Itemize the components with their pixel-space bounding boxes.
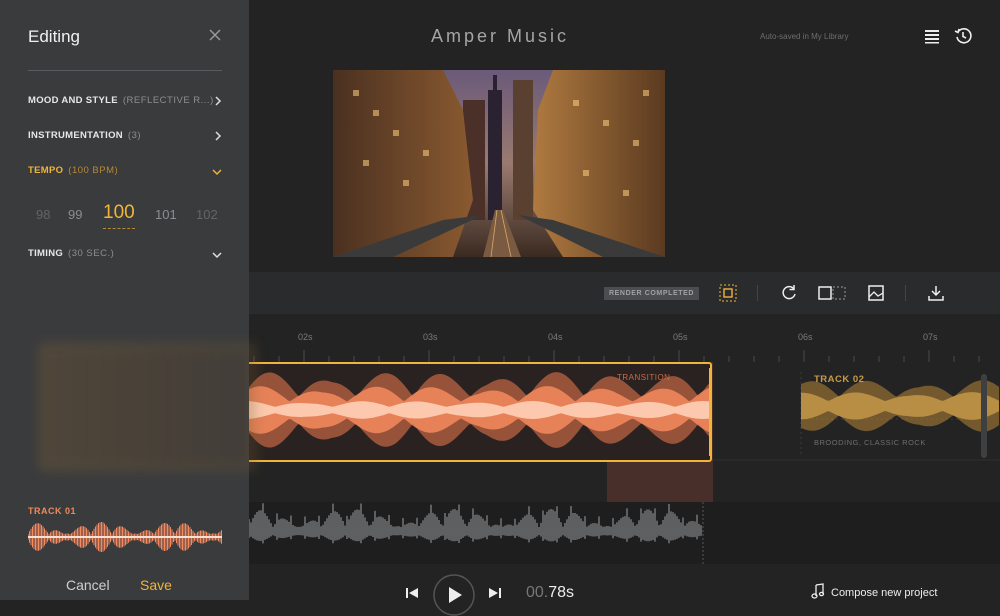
menu-item-timing[interactable]: TIMING (30 SEC.): [28, 248, 222, 266]
divider: [28, 70, 222, 71]
tempo-option[interactable]: 98: [36, 207, 50, 222]
list-icon[interactable]: [923, 27, 941, 45]
track-01-mini-waveform: [28, 522, 222, 552]
time-value: 78s: [548, 584, 575, 601]
time-readout: 00.78s: [526, 584, 574, 602]
menu-item-value: (REFLECTIVE R...): [122, 95, 214, 106]
blurred-track-preview: [40, 345, 254, 469]
track-label: TRACK 01: [28, 506, 77, 516]
menu-item-value: (100 BPM): [68, 165, 119, 176]
ruler-ticks: [253, 350, 980, 362]
toolbar-separator: [757, 285, 758, 301]
video-preview[interactable]: [333, 70, 665, 257]
tick-label: 05s: [673, 332, 688, 342]
status-badge: RENDER COMPLETED: [604, 287, 700, 300]
vertical-scroll-handle[interactable]: [981, 374, 987, 458]
tempo-option[interactable]: 101: [155, 207, 177, 222]
time-prefix: 00.: [526, 584, 549, 601]
timeline-ruler[interactable]: 02s 03s 04s 05s 06s 07s: [249, 318, 1000, 362]
menu-item-label: TIMING: [28, 248, 64, 259]
menu-item-value: (3): [127, 130, 142, 141]
history-icon[interactable]: [954, 27, 972, 45]
menu-item-instrumentation[interactable]: INSTRUMENTATION (3): [28, 130, 222, 148]
chevron-right-icon: [215, 96, 222, 106]
tick-label: 04s: [548, 332, 563, 342]
audio-overview[interactable]: [248, 502, 1000, 564]
compose-label: Compose new project: [831, 587, 938, 599]
tempo-option[interactable]: 102: [196, 207, 218, 222]
tempo-option[interactable]: 99: [68, 207, 82, 222]
tick-label: 06s: [798, 332, 813, 342]
menu-item-label: INSTRUMENTATION: [28, 130, 123, 141]
autosave-status: Auto-saved in My Library: [760, 32, 849, 41]
tick-label: 07s: [923, 332, 938, 342]
toolbar-separator: [905, 285, 906, 301]
panel-title: Editing: [28, 27, 80, 46]
fit-frame-icon[interactable]: [718, 283, 738, 303]
tracks-canvas: [249, 362, 1000, 502]
music-note-icon: [811, 583, 825, 599]
track-02-waveform: [801, 380, 999, 432]
menu-item-tempo[interactable]: TEMPO (100 BPM): [28, 165, 222, 183]
track-description: BROODING, CLASSIC ROCK: [814, 438, 926, 447]
transport-bar: 00.78s Compose new project: [249, 564, 1000, 616]
menu-item-label: MOOD AND STYLE: [28, 95, 118, 106]
chevron-down-icon: [212, 169, 222, 176]
menu-item-label: TEMPO: [28, 165, 64, 176]
chevron-down-icon: [212, 252, 222, 259]
render-toolbar: RENDER COMPLETED: [249, 272, 1000, 314]
tempo-option-selected[interactable]: 100: [103, 202, 135, 229]
skip-back-icon[interactable]: [405, 586, 419, 600]
chevron-right-icon: [215, 131, 222, 141]
tick-label: 03s: [423, 332, 438, 342]
close-icon[interactable]: [208, 28, 222, 42]
compose-new-project-button[interactable]: Compose new project: [811, 583, 938, 599]
split-view-icon[interactable]: [817, 283, 849, 303]
menu-item-mood-and-style[interactable]: MOOD AND STYLE (REFLECTIVE R...): [28, 95, 222, 113]
cancel-button[interactable]: Cancel: [66, 577, 110, 593]
download-icon[interactable]: [926, 283, 946, 303]
track-area: TRANSITION TRACK 02 BROODING, CLASSIC RO…: [249, 362, 1000, 502]
menu-item-value: (30 SEC.): [68, 248, 115, 259]
save-button[interactable]: Save: [140, 577, 172, 593]
image-icon[interactable]: [866, 283, 886, 303]
tick-label: 02s: [298, 332, 313, 342]
audio-overview-waveform: [248, 502, 704, 564]
play-button[interactable]: [433, 574, 475, 616]
app-title: Amper Music: [430, 26, 570, 46]
tempo-picker[interactable]: 98 99 100 101 102: [28, 200, 222, 234]
track-label: TRACK 02: [814, 374, 865, 385]
clip-trim-handle[interactable]: [709, 368, 712, 456]
skip-forward-icon[interactable]: [488, 586, 502, 600]
editing-panel: Editing MOOD AND STYLE (REFLECTIVE R...) …: [0, 0, 254, 600]
transition-label: TRANSITION: [617, 373, 671, 382]
refresh-icon[interactable]: [779, 283, 799, 303]
